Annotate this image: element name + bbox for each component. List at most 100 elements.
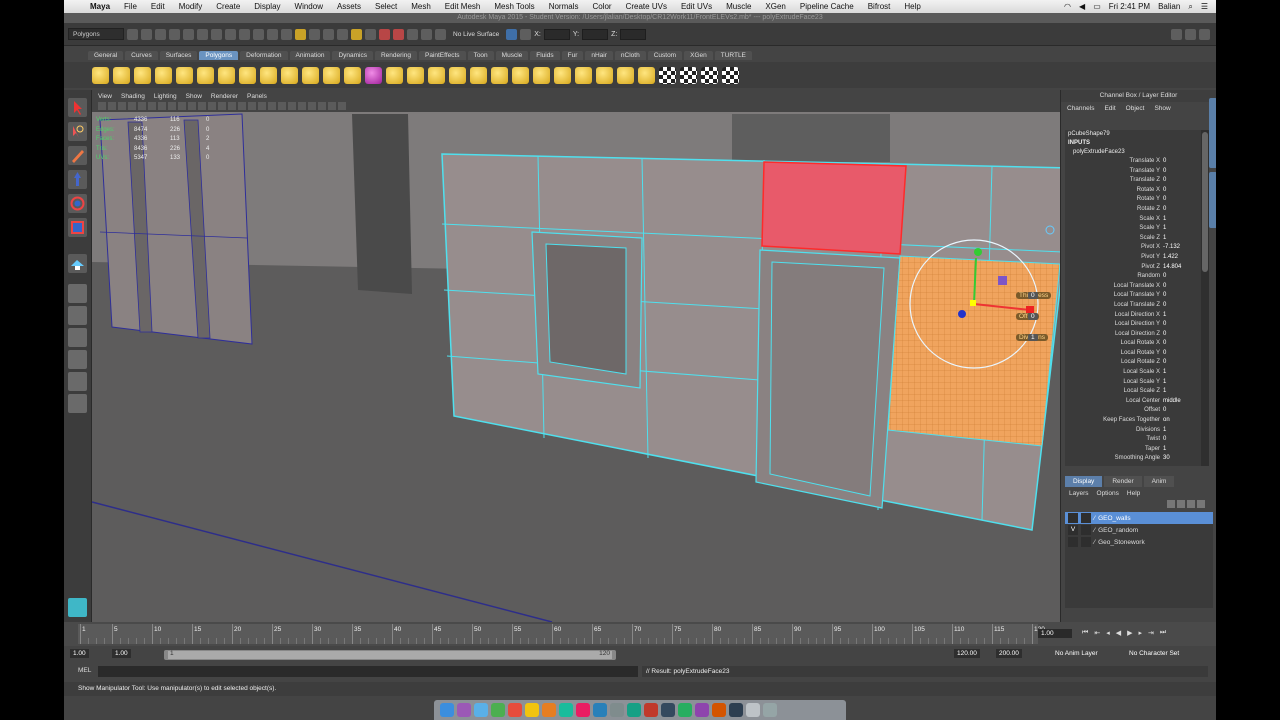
photos-icon[interactable] xyxy=(542,703,556,717)
selected-face[interactable] xyxy=(761,161,907,255)
layout-four-icon[interactable] xyxy=(68,306,87,325)
lights-icon[interactable] xyxy=(248,102,256,110)
layer-type-toggle[interactable] xyxy=(1081,513,1091,523)
offset-slider-value[interactable]: 0 xyxy=(1028,313,1038,320)
layer-row-geo-stonework[interactable]: ⁄ Geo_Stonework xyxy=(1065,536,1213,548)
layout-two-side-icon[interactable] xyxy=(68,328,87,347)
channel-attribute-row[interactable]: Local Scale X1 xyxy=(1065,368,1201,378)
channel-attribute-value[interactable]: 30 xyxy=(1163,454,1197,464)
channel-attribute-value[interactable]: 0 xyxy=(1163,157,1197,167)
smooth-icon[interactable] xyxy=(344,66,361,84)
manipulator-z-handle[interactable] xyxy=(958,310,966,318)
y-field[interactable] xyxy=(582,28,609,40)
channel-attribute-value[interactable]: -7.132 xyxy=(1163,243,1197,253)
edge-mask-icon[interactable] xyxy=(225,28,236,40)
step-forward-frame-icon[interactable]: ▸ xyxy=(1138,629,1142,637)
channel-attribute-row[interactable]: Scale Z1 xyxy=(1065,234,1201,244)
spreadsheet-icon[interactable] xyxy=(678,703,692,717)
shelf-tab-rendering[interactable]: Rendering xyxy=(374,50,417,60)
open-scene-icon[interactable] xyxy=(141,28,152,40)
layer-tab-anim[interactable]: Anim xyxy=(1143,476,1175,487)
cb-menu-edit[interactable]: Edit xyxy=(1104,105,1115,113)
append-polygon-icon[interactable] xyxy=(428,66,445,84)
uv-mask-icon[interactable] xyxy=(253,28,264,40)
channel-attribute-row[interactable]: Smoothing Angle 30 xyxy=(1065,454,1201,464)
channel-attribute-row[interactable]: Local Direction Z0 xyxy=(1065,330,1201,340)
channel-attribute-value[interactable]: 0 xyxy=(1163,349,1197,359)
channel-attribute-value[interactable]: 1 xyxy=(1163,224,1197,234)
film-gate-icon[interactable] xyxy=(148,102,156,110)
layer-color-icon[interactable]: ⁄ xyxy=(1094,527,1095,534)
shelf-tab-curves[interactable]: Curves xyxy=(125,50,158,60)
viewport-menu-view[interactable]: View xyxy=(98,93,112,100)
channel-attribute-row[interactable]: Offset 0 xyxy=(1065,406,1201,416)
thickness-slider-value[interactable]: 0 xyxy=(1028,292,1038,299)
manipulator-pivot[interactable] xyxy=(970,300,976,306)
smooth-shade-icon[interactable] xyxy=(218,102,226,110)
menu-bifrost[interactable]: Bifrost xyxy=(861,2,898,11)
layout-graph-icon[interactable] xyxy=(68,394,87,413)
channel-attribute-row[interactable]: Scale Y1 xyxy=(1065,224,1201,234)
viewport-menu-panels[interactable]: Panels xyxy=(247,93,267,100)
channel-attribute-row[interactable]: Local Scale Y1 xyxy=(1065,378,1201,388)
channel-attribute-value[interactable]: 0 xyxy=(1163,330,1197,340)
channel-attribute-value[interactable]: 1 xyxy=(1163,311,1197,321)
current-frame-field[interactable]: 1.00 xyxy=(1038,629,1072,638)
shelf-tab-surfaces[interactable]: Surfaces xyxy=(159,50,198,60)
layer-type-toggle[interactable] xyxy=(1081,537,1091,547)
new-scene-icon[interactable] xyxy=(127,28,138,40)
channel-attribute-value[interactable]: 0 xyxy=(1163,301,1197,311)
channel-attribute-value[interactable]: on xyxy=(1163,416,1197,426)
channel-attribute-row[interactable]: Rotate X0 xyxy=(1065,186,1201,196)
cb-menu-object[interactable]: Object xyxy=(1126,105,1145,113)
bridge-icon[interactable] xyxy=(407,66,424,84)
battery-icon[interactable]: ▭ xyxy=(1093,2,1101,11)
channel-attribute-row[interactable]: Scale X1 xyxy=(1065,215,1201,225)
shelf-tab-xgen[interactable]: XGen xyxy=(684,50,713,60)
range-slider-fill[interactable] xyxy=(168,651,612,659)
command-language-label[interactable]: MEL xyxy=(78,667,91,674)
shelf-tab-fur[interactable]: Fur xyxy=(561,50,584,60)
xray-icon[interactable] xyxy=(318,102,326,110)
menu-edit[interactable]: Edit xyxy=(144,2,172,11)
launchpad-icon[interactable] xyxy=(457,703,471,717)
step-back-key-icon[interactable]: ⇤ xyxy=(1094,629,1100,637)
channel-attribute-row[interactable]: Pivot Y 1.422 xyxy=(1065,253,1201,263)
menu-display[interactable]: Display xyxy=(247,2,287,11)
channel-attribute-row[interactable]: Local Translate Y0 xyxy=(1065,291,1201,301)
channel-attribute-value[interactable]: 14.804 xyxy=(1163,263,1197,273)
channel-attribute-value[interactable]: middle xyxy=(1163,397,1197,407)
layout-two-stack-icon[interactable] xyxy=(68,350,87,369)
trash-icon[interactable] xyxy=(763,703,777,717)
channel-attribute-value[interactable]: 0 xyxy=(1163,320,1197,330)
camera-select-icon[interactable] xyxy=(98,102,106,110)
shelf-tab-general[interactable]: General xyxy=(88,50,124,60)
play-forward-icon[interactable]: ▶ xyxy=(1127,629,1132,637)
channel-box-side-tab[interactable] xyxy=(1209,98,1216,168)
volume-icon[interactable]: ◀ xyxy=(1079,2,1085,11)
menu-assets[interactable]: Assets xyxy=(330,2,368,11)
menu-mesh-tools[interactable]: Mesh Tools xyxy=(487,2,541,11)
uv-layout-icon[interactable] xyxy=(701,66,718,84)
grid-icon[interactable] xyxy=(138,102,146,110)
uv-editor-icon[interactable] xyxy=(680,66,697,84)
search-icon[interactable]: ⌕ xyxy=(1188,2,1192,12)
channel-attribute-value[interactable]: 0 xyxy=(1163,291,1197,301)
channel-object-name[interactable]: pCubeShape79 xyxy=(1065,130,1201,139)
rotate-tool-icon[interactable] xyxy=(68,194,87,213)
menu-modify[interactable]: Modify xyxy=(172,2,210,11)
vertex-mask-icon[interactable] xyxy=(211,28,222,40)
channel-attribute-value[interactable]: 0 xyxy=(1163,358,1197,368)
character-set-dropdown[interactable]: No Character Set xyxy=(1126,649,1182,658)
layer-color-icon[interactable]: ⁄ xyxy=(1094,539,1095,546)
move-tool-icon[interactable] xyxy=(68,170,87,189)
layer-menu-layers[interactable]: Layers xyxy=(1069,490,1089,497)
play-backward-icon[interactable]: ◀ xyxy=(1116,629,1121,637)
range-start-field[interactable]: 1.00 xyxy=(70,649,89,658)
uv-unfold-icon[interactable] xyxy=(722,66,739,84)
channel-attribute-value[interactable]: 0 xyxy=(1163,195,1197,205)
scene-3d[interactable] xyxy=(92,112,1060,622)
layer-type-toggle[interactable] xyxy=(1081,525,1091,535)
mirror-icon[interactable] xyxy=(617,66,634,84)
extrude-icon[interactable] xyxy=(386,66,403,84)
